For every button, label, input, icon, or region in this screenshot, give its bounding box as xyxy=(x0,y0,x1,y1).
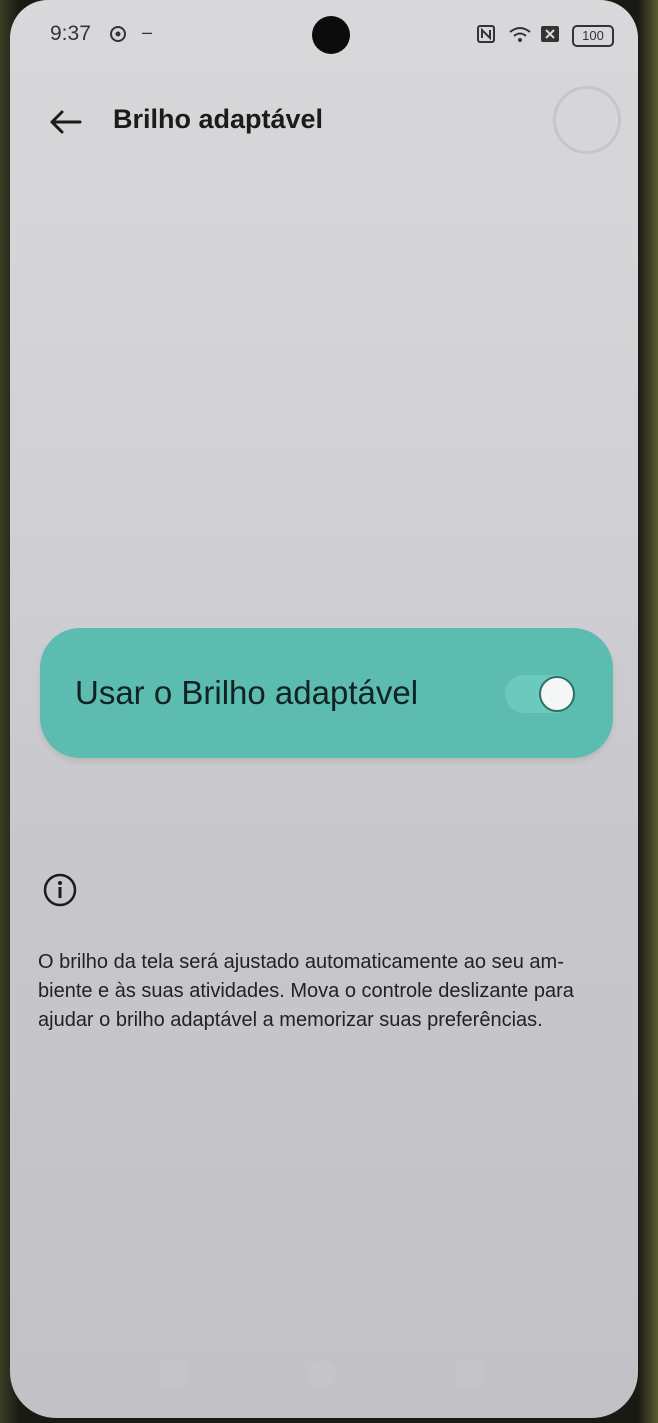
info-description: O brilho da tela será ajustado automatic… xyxy=(38,951,574,1031)
info-icon xyxy=(43,873,77,907)
avatar[interactable] xyxy=(553,86,621,154)
back-button[interactable] xyxy=(46,102,86,142)
front-camera xyxy=(312,16,350,54)
nfc-icon xyxy=(476,24,496,49)
settings-icon xyxy=(108,24,128,49)
screen: 9:37 – 100 Brilho adaptável Usar o Brilh… xyxy=(10,0,638,1418)
toggle-knob xyxy=(539,676,575,712)
wifi-icon xyxy=(508,24,532,49)
recent-apps-button[interactable] xyxy=(160,1360,188,1388)
home-button[interactable] xyxy=(308,1360,336,1388)
no-sim-icon xyxy=(540,24,560,49)
status-bar: 9:37 – 100 xyxy=(10,0,638,72)
battery-indicator: 100 xyxy=(572,25,614,47)
setting-label: Usar o Brilho adaptável xyxy=(75,674,419,711)
arrow-left-icon xyxy=(50,110,82,134)
app-header: Brilho adaptável xyxy=(10,72,638,172)
page-title: Brilho adaptável xyxy=(113,104,324,134)
minus-icon: – xyxy=(142,22,153,42)
adaptive-brightness-setting[interactable]: Usar o Brilho adaptável xyxy=(40,628,613,758)
adaptive-brightness-toggle[interactable] xyxy=(505,675,575,713)
status-time: 9:37 xyxy=(50,22,91,45)
back-nav-button[interactable] xyxy=(456,1360,484,1388)
